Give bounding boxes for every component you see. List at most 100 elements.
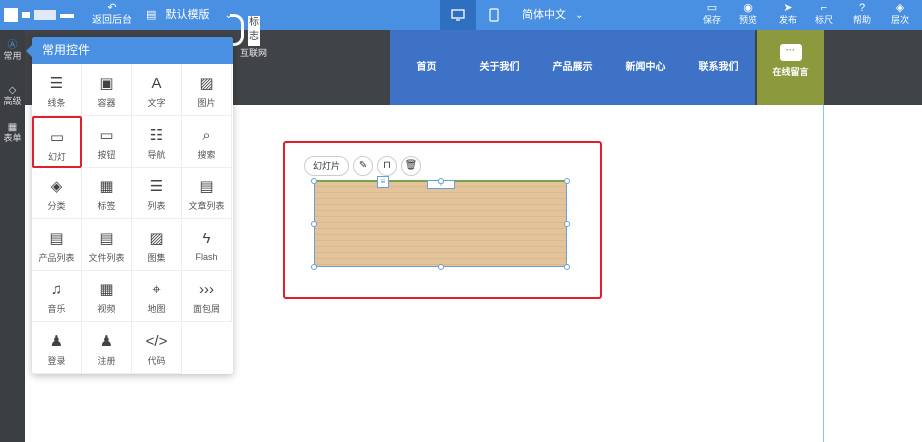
resize-handle-t[interactable]	[438, 178, 444, 184]
online-message-button[interactable]: ··· 在线留言	[757, 30, 824, 105]
control-label: 图片	[197, 98, 216, 108]
rail-item-advanced[interactable]: ◇ 高级	[0, 85, 25, 107]
control-gallery[interactable]: ▨ 图集	[132, 218, 182, 271]
common-controls-panel: 常用控件 ☰ 线条 ▣ 容器 A 文字 ▨ 图片 ▭ 幻灯 ▭ 按钮 ☷ 导航 ⌕ 搜索 ◈ 分类 ▦ 标签 ☰ 列表 ▤ 文…	[26, 37, 233, 374]
control-breadcrumb[interactable]: ››› 面包屑	[182, 270, 232, 322]
resize-handle-br[interactable]	[564, 264, 570, 270]
nav-item-about[interactable]: 关于我们	[463, 30, 536, 105]
layers-button[interactable]: ◈ 层次	[884, 2, 916, 26]
help-button[interactable]: ? 帮助	[846, 2, 878, 26]
app-logo	[4, 6, 74, 24]
control-tag[interactable]: ▦ 标签	[82, 167, 132, 219]
code-icon: </>	[145, 332, 168, 350]
ruler-button[interactable]: ⌐ 标尺	[808, 2, 840, 26]
eye-icon: ◉	[743, 2, 753, 14]
popover-caret	[26, 45, 32, 57]
wood-grain	[315, 246, 566, 247]
wood-grain	[315, 234, 566, 235]
site-nav: 首页 关于我们 产品展示 新闻中心 联系我们	[390, 30, 755, 105]
control-label: 容器	[97, 98, 116, 108]
wood-grain	[315, 192, 566, 193]
control-map-pin[interactable]: ⌖ 地图	[132, 270, 182, 322]
register-icon: ♟	[99, 332, 114, 350]
control-label: 文字	[147, 98, 166, 108]
nav-item-products[interactable]: 产品展示	[536, 30, 609, 105]
map-pin-icon: ⌖	[152, 281, 161, 298]
rail-item-form[interactable]: ▦ 表单	[0, 122, 25, 144]
wood-grain	[315, 198, 566, 199]
control-label: 搜索	[197, 149, 216, 160]
control-slideshow[interactable]: ▭ 幻灯	[32, 115, 82, 168]
control-file-list[interactable]: ▤ 文件列表	[82, 218, 132, 271]
wood-grain	[315, 210, 566, 211]
nav-item-home[interactable]: 首页	[390, 30, 463, 105]
resize-handle-b[interactable]	[438, 264, 444, 270]
site-logo[interactable]: 标志 互联网	[230, 14, 280, 62]
control-login[interactable]: ♟ 登录	[32, 321, 82, 374]
slideshow-element[interactable]	[314, 181, 567, 267]
control-image[interactable]: ▨ 图片	[182, 64, 232, 116]
control-list[interactable]: ☰ 列表	[132, 167, 182, 219]
resize-handle-l[interactable]	[311, 221, 317, 227]
resize-handle-tl[interactable]	[311, 178, 317, 184]
text-icon: A	[151, 75, 162, 92]
rail-item-common[interactable]: Ⓐ 常用	[0, 40, 25, 62]
back-to-admin-button[interactable]: ↶ 返回后台	[84, 2, 140, 27]
control-code[interactable]: </> 代码	[132, 321, 182, 374]
login-icon: ♟	[49, 332, 64, 350]
control-label: 文章列表	[188, 201, 225, 211]
control-label: 文件列表	[88, 252, 125, 263]
control-container[interactable]: ▣ 容器	[82, 64, 132, 116]
trash-icon[interactable]: 🗑	[401, 156, 422, 176]
control-video[interactable]: ▦ 视频	[82, 270, 132, 322]
resize-handle-bl[interactable]	[311, 264, 317, 270]
tag-icon: ▦	[99, 178, 114, 195]
resize-handle-tr[interactable]	[564, 178, 570, 184]
desktop-view-button[interactable]	[440, 0, 476, 30]
wrench-icon[interactable]: ✎	[353, 156, 374, 176]
control-music[interactable]: ♫ 音乐	[32, 270, 82, 322]
desktop-icon	[451, 9, 465, 21]
control-article-list[interactable]: ▤ 文章列表	[182, 167, 232, 219]
flash-icon: ϟ	[202, 229, 211, 247]
control-flash[interactable]: ϟ Flash	[182, 218, 232, 271]
mobile-icon	[489, 8, 499, 22]
undo-icon: ↶	[107, 2, 117, 14]
control-label: 登录	[47, 355, 66, 366]
control-line[interactable]: ☰ 线条	[32, 64, 82, 116]
control-product-list[interactable]: ▤ 产品列表	[32, 218, 82, 271]
nav-item-news[interactable]: 新闻中心	[609, 30, 682, 105]
wood-grain	[315, 252, 566, 253]
preview-button[interactable]: ◉ 预览	[732, 2, 764, 26]
ruler-guide-line	[823, 105, 824, 442]
control-text[interactable]: A 文字	[132, 64, 182, 116]
mobile-view-button[interactable]	[476, 0, 512, 30]
list-icon: ☰	[149, 178, 164, 195]
wood-grain	[315, 228, 566, 229]
save-button[interactable]: ▭ 保存	[696, 2, 728, 26]
publish-button[interactable]: ➤ 发布	[772, 2, 804, 26]
control-category[interactable]: ◈ 分类	[32, 167, 82, 219]
template-icon: ▤	[146, 9, 157, 21]
breadcrumb-icon: ›››	[199, 281, 214, 298]
container-icon: ▣	[99, 75, 114, 92]
control-search[interactable]: ⌕ 搜索	[182, 115, 232, 168]
language-select[interactable]: 简体中文 ⌄	[512, 0, 588, 30]
layer-icon[interactable]: ≡	[377, 176, 389, 188]
article-list-icon: ▤	[199, 178, 214, 195]
unlock-icon[interactable]: ⊓	[377, 156, 398, 176]
template-label: 默认模版	[165, 9, 210, 21]
chevron-down-icon: ⌄	[575, 10, 584, 21]
help-icon: ?	[858, 2, 866, 14]
logo-char: 标志	[248, 16, 260, 46]
control-button[interactable]: ▭ 按钮	[82, 115, 132, 168]
control-label: 按钮	[97, 149, 116, 160]
element-name-chip[interactable]: 幻灯片	[304, 156, 350, 176]
logo-subtitle: 互联网	[240, 48, 268, 58]
control-label: 面包屑	[192, 304, 220, 314]
save-icon: ▭	[706, 2, 718, 14]
resize-handle-r[interactable]	[564, 221, 570, 227]
control-nav[interactable]: ☷ 导航	[132, 115, 182, 168]
control-register[interactable]: ♟ 注册	[82, 321, 132, 374]
nav-item-contact[interactable]: 联系我们	[682, 30, 755, 105]
